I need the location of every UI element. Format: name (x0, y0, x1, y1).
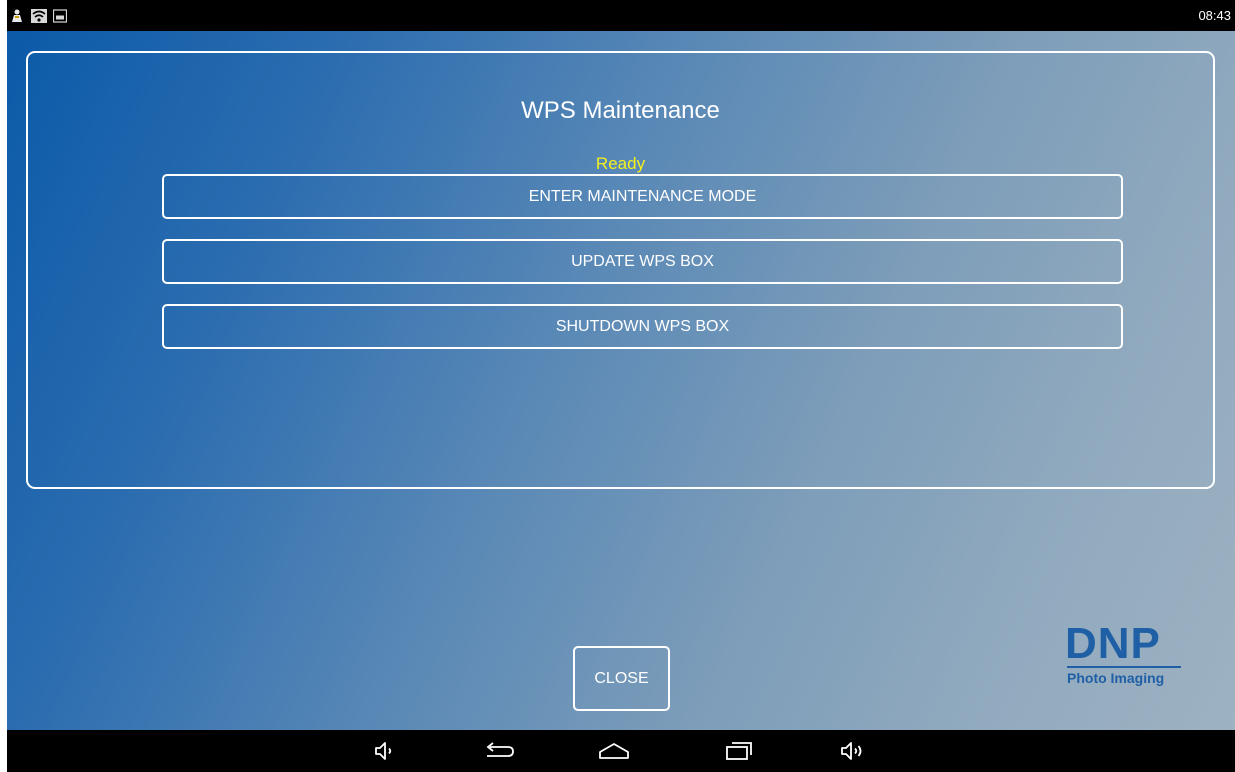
status-text: Ready (595, 154, 646, 173)
close-button[interactable]: CLOSE (573, 646, 670, 711)
volume-down-button[interactable] (365, 730, 405, 772)
home-button[interactable] (594, 730, 634, 772)
volume-up-button[interactable] (833, 730, 873, 772)
update-wps-box-button[interactable]: UPDATE WPS BOX (162, 239, 1123, 284)
logo-subtitle: Photo Imaging (1067, 670, 1165, 686)
enter-maintenance-mode-button[interactable]: ENTER MAINTENANCE MODE (162, 174, 1123, 219)
logo-divider (1067, 666, 1181, 668)
home-icon (599, 743, 629, 759)
dnp-logo: DNP Photo Imaging (1065, 622, 1185, 692)
shutdown-wps-box-button[interactable]: SHUTDOWN WPS BOX (162, 304, 1123, 349)
recent-apps-icon (726, 742, 752, 760)
screen: 08:43 WPS Maintenance Ready ENTER MAINTE… (7, 0, 1235, 772)
app-area: WPS Maintenance Ready ENTER MAINTENANCE … (7, 31, 1235, 730)
image-notification-icon (53, 9, 67, 23)
logo-brand: DNP (1065, 619, 1161, 668)
back-icon (486, 742, 514, 757)
volume-down-icon (375, 742, 392, 760)
back-button[interactable] (479, 730, 519, 772)
wifi-icon (31, 9, 47, 23)
notification-person-icon (12, 9, 22, 22)
recent-apps-button[interactable] (719, 730, 759, 772)
page-title: WPS Maintenance (521, 97, 720, 124)
status-bar: 08:43 (7, 0, 1235, 31)
navigation-bar (7, 730, 1235, 772)
volume-up-icon (841, 742, 862, 760)
status-time: 08:43 (1198, 8, 1231, 23)
maintenance-panel: WPS Maintenance Ready ENTER MAINTENANCE … (26, 51, 1215, 489)
